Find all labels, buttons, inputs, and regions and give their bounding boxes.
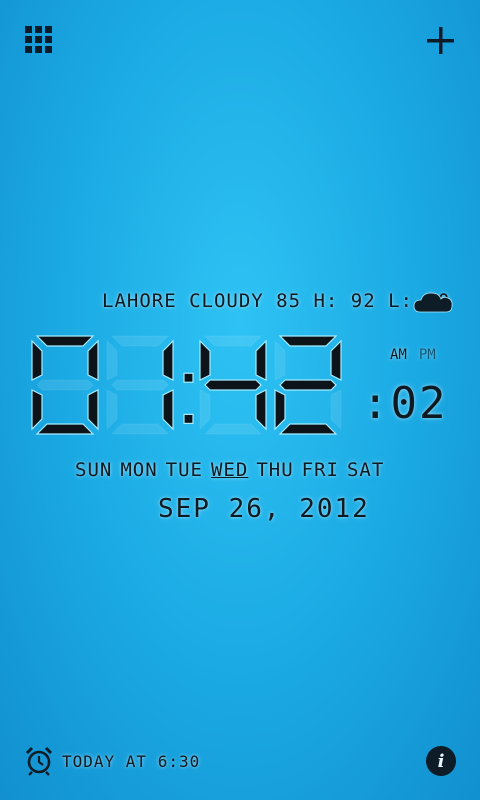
weekday-row: SUN MON TUE WED THU FRI SAT bbox=[75, 459, 392, 481]
segment-c bbox=[330, 389, 342, 431]
day-fri: FRI bbox=[301, 459, 339, 481]
segment-d bbox=[203, 423, 263, 435]
segment-d bbox=[110, 423, 170, 435]
segment-c bbox=[162, 389, 174, 431]
day-tue: TUE bbox=[165, 459, 203, 481]
alarm-text: TODAY AT 6:30 bbox=[62, 751, 201, 771]
segment-b bbox=[87, 339, 99, 381]
segment-a bbox=[35, 335, 95, 347]
pm-label: PM bbox=[418, 347, 436, 363]
segment-g bbox=[279, 379, 337, 391]
day-wed: WED bbox=[210, 459, 249, 481]
segment-d bbox=[278, 423, 338, 435]
weather-text: LAHORE CLOUDY 85 H: 92 L: 80 bbox=[102, 290, 451, 312]
day-sun: SUN bbox=[75, 459, 113, 481]
segment-g bbox=[204, 379, 262, 391]
segment-b bbox=[162, 339, 174, 381]
segment-d bbox=[35, 423, 95, 435]
info-button[interactable]: i bbox=[426, 746, 456, 776]
add-button[interactable] bbox=[424, 24, 458, 58]
day-thu: THU bbox=[256, 459, 294, 481]
clock-digit-1 bbox=[106, 335, 174, 435]
segment-f bbox=[31, 339, 43, 381]
clock-digit-3 bbox=[274, 335, 342, 435]
alarm-button[interactable]: TODAY AT 6:30 bbox=[24, 746, 200, 776]
clock-seconds: :02 bbox=[362, 378, 447, 429]
segment-g bbox=[36, 379, 94, 391]
segment-e bbox=[274, 389, 286, 431]
clock-digit-0 bbox=[31, 335, 99, 435]
am-label: AM bbox=[390, 347, 407, 363]
segment-a bbox=[110, 335, 170, 347]
menu-grid-button[interactable] bbox=[24, 25, 54, 55]
segment-f bbox=[199, 339, 211, 381]
segment-a bbox=[278, 335, 338, 347]
segment-f bbox=[274, 339, 286, 381]
segment-c bbox=[255, 389, 267, 431]
segment-f bbox=[106, 339, 118, 381]
clock-time bbox=[28, 332, 348, 440]
clock-colon bbox=[183, 372, 194, 425]
seconds-colon: : bbox=[362, 378, 391, 429]
segment-e bbox=[199, 389, 211, 431]
clock-digit-2 bbox=[199, 335, 267, 435]
plus-icon bbox=[427, 27, 454, 54]
segment-e bbox=[106, 389, 118, 431]
segment-b bbox=[255, 339, 267, 381]
segment-a bbox=[203, 335, 263, 347]
grid-icon bbox=[25, 26, 52, 53]
cloud-icon bbox=[412, 288, 454, 316]
day-mon: MON bbox=[120, 459, 158, 481]
info-icon: i bbox=[437, 750, 445, 772]
segment-b bbox=[330, 339, 342, 381]
day-sat: SAT bbox=[346, 459, 385, 481]
am-pm-indicator: AM PM bbox=[390, 347, 448, 363]
segment-c bbox=[87, 389, 99, 431]
date-text: SEP 26, 2012 bbox=[158, 494, 370, 524]
segment-e bbox=[31, 389, 43, 431]
seconds-value: 02 bbox=[390, 378, 448, 429]
alarm-clock-icon bbox=[25, 746, 53, 776]
segment-g bbox=[111, 379, 169, 391]
